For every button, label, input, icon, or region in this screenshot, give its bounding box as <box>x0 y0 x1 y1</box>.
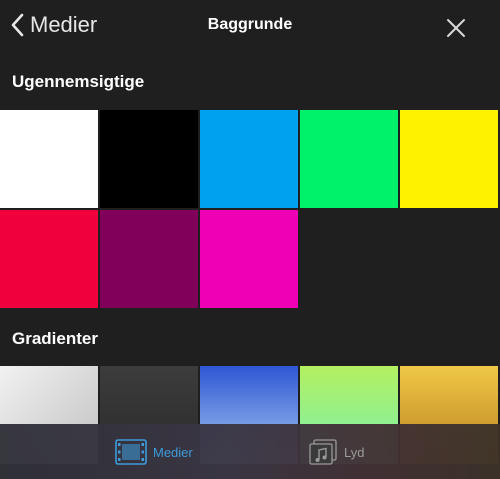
header: Medier Baggrunde <box>0 0 500 56</box>
tab-audio-label: Lyd <box>344 444 365 460</box>
color-swatch[interactable] <box>100 110 198 208</box>
section-title-gradients: Gradienter <box>12 329 98 348</box>
color-swatch[interactable] <box>0 110 98 208</box>
color-swatch[interactable] <box>100 210 198 308</box>
color-swatch[interactable] <box>200 210 298 308</box>
color-swatch[interactable] <box>0 210 98 308</box>
close-button[interactable] <box>444 16 468 40</box>
color-swatch[interactable] <box>400 110 498 208</box>
page-title: Baggrunde <box>207 16 293 33</box>
color-swatch[interactable] <box>300 110 398 208</box>
tab-bar: Medier Lyd <box>0 424 500 479</box>
tab-audio[interactable]: Lyd <box>308 438 364 466</box>
section-title-solid: Ugennemsigtige <box>12 72 145 91</box>
music-note-icon <box>309 439 337 465</box>
color-swatch[interactable] <box>200 110 298 208</box>
tab-media-label: Medier <box>153 444 193 460</box>
film-icon <box>115 439 147 465</box>
tab-media[interactable]: Medier <box>115 438 193 466</box>
close-icon <box>447 19 465 37</box>
